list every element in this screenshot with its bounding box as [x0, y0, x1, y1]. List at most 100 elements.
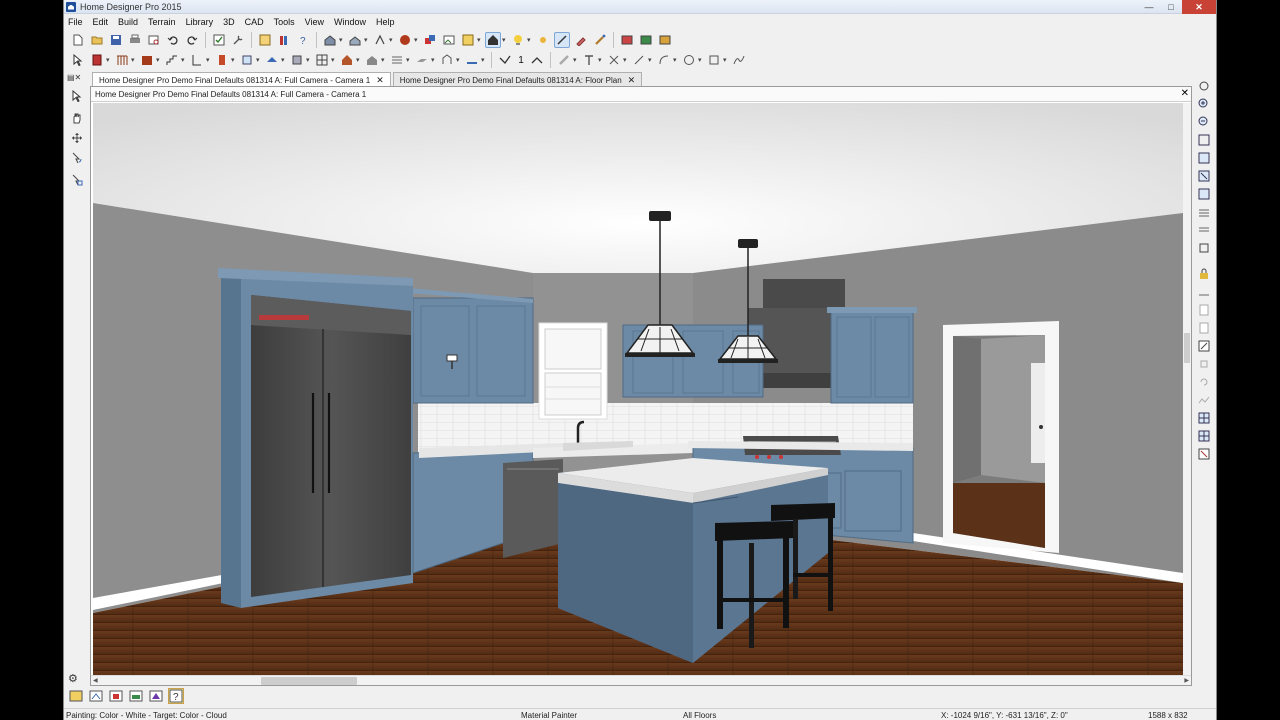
layout-view-button[interactable]: [657, 32, 673, 48]
street-tools-button[interactable]: [464, 52, 480, 68]
elevation-button[interactable]: [88, 688, 104, 704]
library-browser-button[interactable]: [257, 32, 273, 48]
horizontal-scrollbar[interactable]: ◀ ▶: [91, 675, 1191, 685]
symbol-tools-button[interactable]: [439, 52, 455, 68]
menu-cad[interactable]: CAD: [245, 17, 264, 27]
chevron-down-icon[interactable]: ▾: [339, 36, 344, 44]
move-tool-button[interactable]: [69, 130, 85, 146]
floor-plan-view-button[interactable]: [619, 32, 635, 48]
plan-view-button[interactable]: [68, 688, 84, 704]
chevron-down-icon[interactable]: ▾: [414, 36, 419, 44]
menu-library[interactable]: Library: [186, 17, 214, 27]
perspective-button[interactable]: [148, 688, 164, 704]
chevron-down-icon[interactable]: ▾: [723, 56, 728, 64]
pan-window-button[interactable]: [1196, 186, 1212, 202]
chevron-down-icon[interactable]: ▾: [181, 56, 186, 64]
scrollbar-thumb[interactable]: [261, 677, 357, 685]
render-button[interactable]: [422, 32, 438, 48]
minimize-button[interactable]: —: [1138, 0, 1160, 14]
chevron-down-icon[interactable]: ▾: [131, 56, 136, 64]
pan-tool-button[interactable]: [69, 110, 85, 126]
floor-down-button[interactable]: [1196, 222, 1212, 238]
box-tools-button[interactable]: [706, 52, 722, 68]
slab-tools-button[interactable]: [414, 52, 430, 68]
transform-tool-button[interactable]: [69, 172, 85, 188]
zoom-box-button[interactable]: [1196, 132, 1212, 148]
deck-tools-button[interactable]: [389, 52, 405, 68]
dimension-tools-button[interactable]: [556, 52, 572, 68]
chevron-down-icon[interactable]: ▾: [623, 56, 628, 64]
line-tools-button[interactable]: [631, 52, 647, 68]
chevron-down-icon[interactable]: ▾: [598, 56, 603, 64]
redraw-button[interactable]: [1196, 356, 1212, 372]
up-tool-button[interactable]: [529, 52, 545, 68]
undo-button[interactable]: [165, 32, 181, 48]
maximize-button[interactable]: □: [1160, 0, 1182, 14]
chevron-down-icon[interactable]: ▾: [206, 56, 211, 64]
gear-icon[interactable]: ⚙: [68, 672, 78, 685]
checkmark-tool-button[interactable]: [497, 52, 513, 68]
select-objects-arrow-button[interactable]: [70, 52, 86, 68]
material-painter-button[interactable]: [592, 32, 608, 48]
select-objects-button[interactable]: [211, 32, 227, 48]
grid-view-button[interactable]: [1196, 410, 1212, 426]
redo-button[interactable]: [184, 32, 200, 48]
chevron-down-icon[interactable]: ▾: [331, 56, 336, 64]
chevron-down-icon[interactable]: ▾: [673, 56, 678, 64]
3d-viewport[interactable]: [93, 103, 1183, 675]
chevron-down-icon[interactable]: ▾: [156, 56, 161, 64]
chevron-down-icon[interactable]: ▾: [256, 56, 261, 64]
terrain-tools-button[interactable]: [364, 52, 380, 68]
terrain-view-button[interactable]: [1196, 392, 1212, 408]
railing-tools-button[interactable]: [114, 52, 130, 68]
orbit-button[interactable]: [1196, 78, 1212, 94]
help-button[interactable]: ?: [295, 32, 311, 48]
image-button[interactable]: [441, 32, 457, 48]
fill-all-button[interactable]: [1196, 168, 1212, 184]
menu-edit[interactable]: Edit: [93, 17, 109, 27]
sun-angle-button[interactable]: [535, 32, 551, 48]
menu-build[interactable]: Build: [118, 17, 138, 27]
room-tools-button[interactable]: [189, 52, 205, 68]
select-tool-button[interactable]: [69, 88, 85, 104]
overview-button[interactable]: [347, 32, 363, 48]
rotate-tool-button[interactable]: [69, 150, 85, 166]
chevron-down-icon[interactable]: ▾: [231, 56, 236, 64]
chevron-down-icon[interactable]: ▾: [364, 36, 369, 44]
tools-button[interactable]: [230, 32, 246, 48]
zoom-out-button[interactable]: [1196, 114, 1212, 130]
chevron-down-icon[interactable]: ▾: [389, 36, 394, 44]
menu-3d[interactable]: 3D: [223, 17, 235, 27]
copy-view-button[interactable]: [1196, 320, 1212, 336]
chevron-down-icon[interactable]: ▾: [356, 56, 361, 64]
chevron-down-icon[interactable]: ▾: [698, 56, 703, 64]
3d-view-button[interactable]: [485, 32, 501, 48]
material-sphere-button[interactable]: [397, 32, 413, 48]
lock-layer-button[interactable]: [1196, 266, 1212, 282]
elevation-view-button[interactable]: [638, 32, 654, 48]
stair-tools-button[interactable]: [164, 52, 180, 68]
chevron-down-icon[interactable]: ▾: [381, 56, 386, 64]
window-tools-button[interactable]: [239, 52, 255, 68]
cross-section-button[interactable]: [128, 688, 144, 704]
cad-tools-button[interactable]: [606, 52, 622, 68]
open-button[interactable]: [89, 32, 105, 48]
menu-help[interactable]: Help: [376, 17, 395, 27]
plan-scale-button[interactable]: [1196, 284, 1212, 300]
print-preview-button[interactable]: [146, 32, 162, 48]
print-button[interactable]: [127, 32, 143, 48]
arc-tools-button[interactable]: [656, 52, 672, 68]
chevron-down-icon[interactable]: ▾: [573, 56, 578, 64]
view-options-button[interactable]: [1196, 446, 1212, 462]
chevron-down-icon[interactable]: ▾: [481, 56, 486, 64]
menu-window[interactable]: Window: [334, 17, 366, 27]
close-tab-icon[interactable]: ✕: [628, 75, 636, 86]
page-button[interactable]: [1196, 302, 1212, 318]
kitchen-3d-render[interactable]: [93, 103, 1183, 675]
door-tools-button[interactable]: [214, 52, 230, 68]
menu-view[interactable]: View: [305, 17, 324, 27]
material-eyedropper-button[interactable]: [573, 32, 589, 48]
tab-floor-plan[interactable]: Home Designer Pro Demo Final Defaults 08…: [392, 72, 643, 87]
help-mode-button[interactable]: ?: [168, 688, 184, 704]
fixture-tools-button[interactable]: [289, 52, 305, 68]
